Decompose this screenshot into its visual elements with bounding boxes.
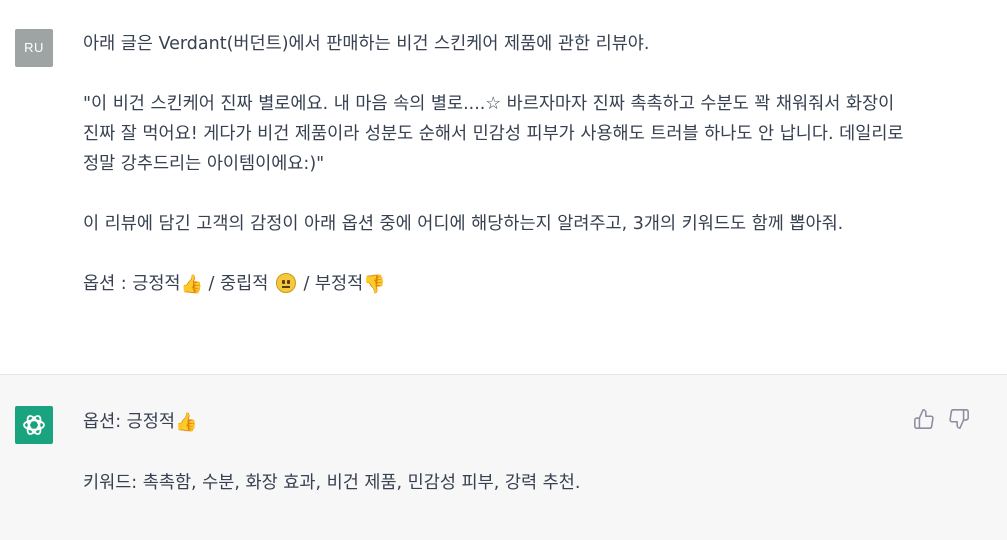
user-message-intro: 아래 글은 Verdant(버던트)에서 판매하는 비건 스킨케어 제품에 관한… xyxy=(83,34,650,54)
thumbs-down-emoji-icon: 👎 xyxy=(363,274,386,295)
thumbs-up-emoji-icon: 👍 xyxy=(174,412,198,433)
option-separator: / xyxy=(202,274,220,294)
option-negative: 부정적 xyxy=(314,274,364,294)
thumbs-up-emoji-icon: 👍 xyxy=(180,274,203,295)
user-message-request: 이 리뷰에 담긴 고객의 감정이 아래 옵션 중에 어디에 해당하는지 알려주고… xyxy=(83,214,844,234)
option-separator: / xyxy=(297,274,315,294)
option-positive: 긍정적 xyxy=(132,274,181,294)
user-message-review-quote: "이 비건 스킨케어 진짜 별로에요. 내 마음 속의 별로....☆ 바르자마… xyxy=(83,94,904,174)
user-avatar: RU xyxy=(15,29,53,67)
user-message: 아래 글은 Verdant(버던트)에서 판매하는 비건 스킨케어 제품에 관한… xyxy=(83,29,913,300)
assistant-message: 옵션: 긍정적👍 키워드: 촉촉함, 수분, 화장 효과, 비건 제품, 민감성… xyxy=(83,407,913,498)
user-message-options: 옵션 : 긍정적👍 / 중립적 / 부정적👎 xyxy=(83,269,913,300)
assistant-message-block: 옵션: 긍정적👍 키워드: 촉촉함, 수분, 화장 효과, 비건 제품, 민감성… xyxy=(0,375,1007,540)
assistant-answer: 옵션: 긍정적👍 xyxy=(83,407,913,438)
options-prefix: 옵션 : xyxy=(83,274,133,294)
thumbs-up-icon[interactable] xyxy=(913,408,935,430)
thumbs-down-icon[interactable] xyxy=(948,408,970,430)
user-message-block: RU 아래 글은 Verdant(버던트)에서 판매하는 비건 스킨케어 제품에… xyxy=(0,0,1007,375)
openai-logo-icon xyxy=(15,406,53,444)
option-neutral: 중립적 xyxy=(220,274,269,294)
neutral-face-emoji-icon xyxy=(275,273,296,293)
assistant-keywords: 키워드: 촉촉함, 수분, 화장 효과, 비건 제품, 민감성 피부, 강력 추… xyxy=(83,473,581,493)
answer-text: 옵션: 긍정적 xyxy=(83,412,175,432)
